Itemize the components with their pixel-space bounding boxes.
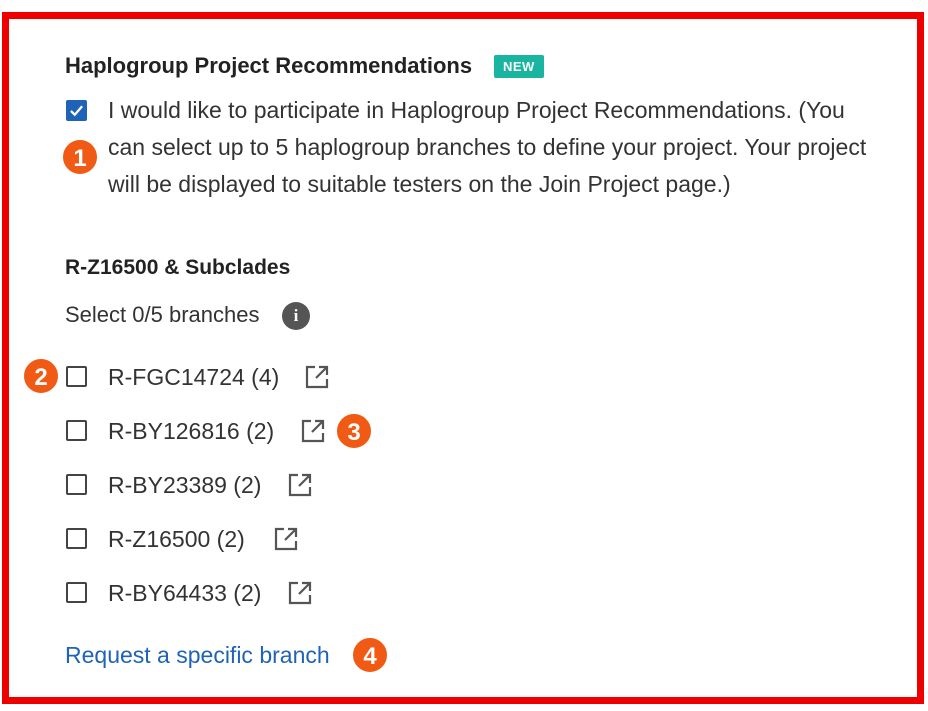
participate-line-1: I would like to participate in Haplogrou… — [108, 97, 845, 123]
branch-checkbox[interactable] — [66, 366, 87, 387]
subclades-title: R-Z16500 & Subclades — [65, 256, 291, 279]
new-badge: NEW — [494, 55, 544, 78]
external-link-icon[interactable] — [287, 472, 313, 498]
participate-line-2: can select up to 5 haplogroup branches t… — [108, 134, 867, 160]
branch-checkbox[interactable] — [66, 528, 87, 549]
branch-label: R-BY64433 (2) — [108, 580, 262, 606]
participate-label: I would like to participate in Haplogrou… — [108, 92, 866, 203]
external-link-icon[interactable] — [273, 526, 299, 552]
section-title: Haplogroup Project Recommendations — [65, 53, 473, 78]
branch-label: R-Z16500 (2) — [108, 526, 245, 552]
branch-checkbox[interactable] — [66, 474, 87, 495]
external-link-icon[interactable] — [304, 364, 330, 390]
external-link-icon[interactable] — [287, 580, 313, 606]
select-count: Select 0/5 branches — [65, 302, 260, 327]
branch-label: R-BY23389 (2) — [108, 472, 262, 498]
checkmark-icon — [70, 105, 83, 117]
annotation-marker-2: 2 — [22, 357, 60, 395]
external-link-icon[interactable] — [300, 418, 326, 444]
participate-line-3: will be displayed to suitable testers on… — [108, 171, 731, 197]
info-icon[interactable]: i — [282, 302, 310, 330]
branch-label: R-BY126816 (2) — [108, 418, 275, 444]
annotation-marker-3: 3 — [335, 412, 373, 450]
request-branch-link[interactable]: Request a specific branch — [65, 642, 330, 669]
branch-checkbox[interactable] — [66, 582, 87, 603]
annotation-marker-1: 1 — [61, 138, 99, 176]
branch-checkbox[interactable] — [66, 420, 87, 441]
branch-label: R-FGC14724 (4) — [108, 364, 280, 390]
annotation-marker-4: 4 — [351, 636, 389, 674]
participate-checkbox[interactable] — [66, 100, 87, 121]
